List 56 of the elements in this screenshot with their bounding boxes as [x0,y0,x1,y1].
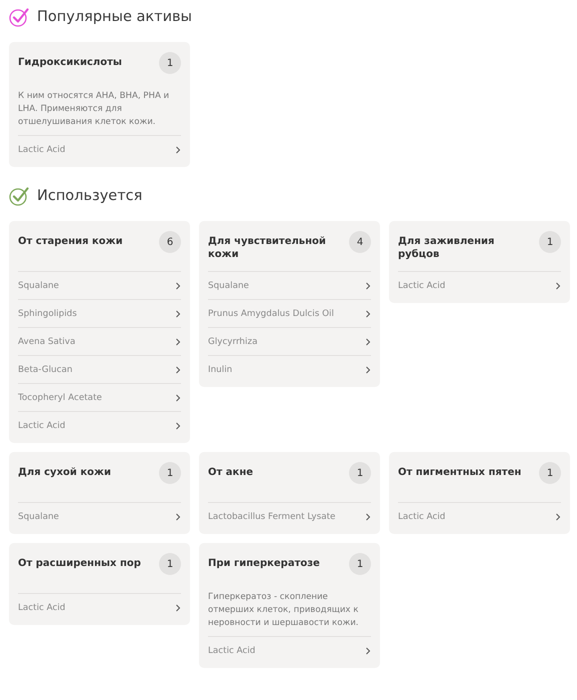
chevron-right-icon [175,338,181,346]
category-title: От расширенных пор [18,557,141,570]
chevron-right-icon [555,512,561,520]
ingredient-link[interactable]: Squalane [208,280,249,290]
ingredient-link[interactable]: Lactic Acid [18,602,66,612]
ingredient-link[interactable]: Lactic Acid [208,646,256,656]
ingredient-link[interactable]: Squalane [18,280,59,290]
category-description: Гиперкератоз - скопление отмерших клеток, приводящих к неровности и шершавости кожи. [208,589,371,637]
chevron-right-icon [175,310,181,318]
count-badge: 1 [349,553,371,575]
chevron-right-icon [365,366,371,374]
ingredient-link[interactable]: Squalane [18,512,59,522]
chevron-right-icon [365,310,371,318]
ingredient-link[interactable]: Inulin [208,364,232,374]
category-title: При гиперкератозе [208,557,320,570]
chevron-right-icon [365,512,371,520]
chevron-right-icon [175,282,181,290]
chevron-right-icon [175,394,181,402]
count-badge: 1 [159,52,181,74]
ingredient-link[interactable]: Beta-Glucan [18,364,72,374]
chevron-right-icon [175,366,181,374]
chevron-right-icon [175,422,181,430]
ingredient-link[interactable]: Tocopheryl Acetate [18,392,102,402]
chevron-right-icon [365,338,371,346]
chevron-right-icon [555,282,561,290]
count-badge: 1 [159,462,181,484]
chevron-right-icon [365,646,371,654]
chevron-right-icon [175,512,181,520]
ingredient-link[interactable]: Sphingolipids [18,308,77,318]
ingredient-link[interactable]: Avena Sativa [18,336,76,346]
chevron-right-icon [365,282,371,290]
ingredient-link[interactable]: Glycyrrhiza [208,336,258,346]
count-badge: 1 [349,462,371,484]
category-description: К ним относятся AHA, BHA, PHA и LHA. Применяются для отшелушивания клеток кожи. [18,88,181,136]
count-badge: 1 [539,231,561,253]
chevron-right-icon [175,604,181,612]
category-title: Для заживления рубцов [398,235,496,261]
section-title: Популярные активы [37,9,192,25]
category-title: Для сухой кожи [18,466,112,479]
ingredient-link[interactable]: Prunus Amygdalus Dulcis Oil [208,308,334,318]
count-badge: 4 [349,231,371,253]
category-title: От пигментных пятен [398,466,522,479]
category-title: Гидроксикислоты [18,56,122,69]
ingredient-link[interactable]: Lactic Acid [398,512,446,522]
count-badge: 6 [159,231,181,253]
category-title: От акне [208,466,254,479]
section-title: Используется [37,188,142,204]
ingredient-link[interactable]: Lactobacillus Ferment Lysate [208,512,336,522]
ingredient-link[interactable]: Lactic Acid [18,144,66,154]
chevron-right-icon [175,146,181,154]
count-badge: 1 [159,553,181,575]
count-badge: 1 [539,462,561,484]
ingredient-link[interactable]: Lactic Acid [18,420,66,430]
category-title: Для чувствительной кожи [208,235,327,261]
ingredient-link[interactable]: Lactic Acid [398,280,446,290]
category-title: От старения кожи [18,235,123,248]
